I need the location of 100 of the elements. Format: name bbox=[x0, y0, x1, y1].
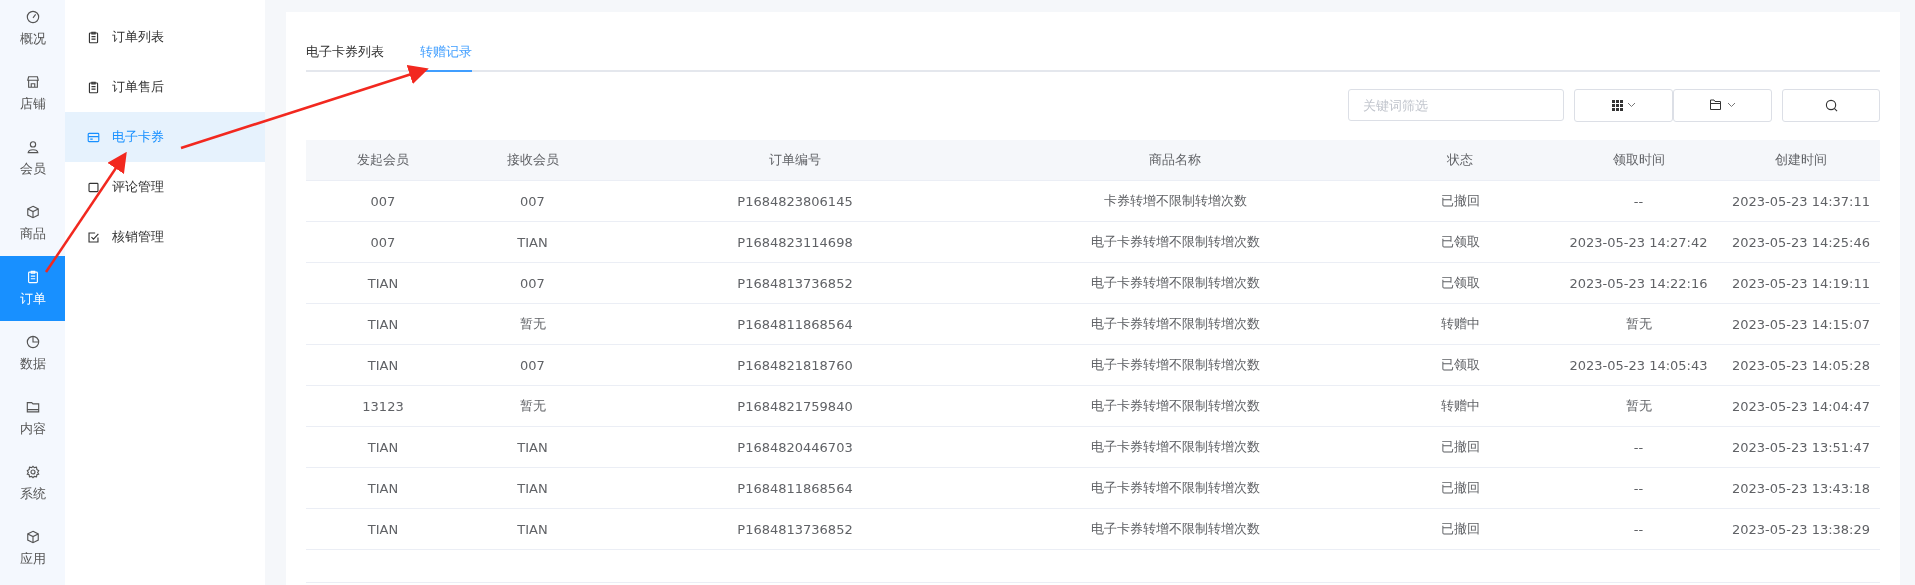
table-cell-text: 电子卡券转增不限制转增次数 bbox=[1089, 479, 1261, 497]
table-cell-text: 暂无 bbox=[1624, 397, 1653, 415]
table-cell-text: 2023-05-23 13:51:47 bbox=[1730, 439, 1872, 455]
table-cell-text: 2023-05-23 14:37:11 bbox=[1730, 193, 1872, 209]
nav-item[interactable]: 数据 bbox=[0, 321, 65, 386]
table-cell-text: 007 bbox=[519, 357, 546, 373]
table-cell-text: P1684813736852 bbox=[736, 521, 854, 537]
table-cell-text: TIAN bbox=[516, 521, 549, 537]
table-cell-text: 电子卡券转增不限制转增次数 bbox=[1089, 315, 1261, 333]
table-cell-text: TIAN bbox=[366, 480, 400, 496]
table-cell-text: P1684811868564 bbox=[736, 316, 854, 332]
nav-item[interactable]: 内容 bbox=[0, 386, 65, 451]
clipboard-icon bbox=[87, 30, 100, 44]
table-cell-text: 已撤回 bbox=[1439, 438, 1481, 456]
column-header: 接收会员 bbox=[505, 151, 560, 169]
card-icon bbox=[87, 130, 100, 144]
column-header: 领取时间 bbox=[1611, 151, 1666, 169]
gauge-icon bbox=[25, 9, 40, 24]
table-cell-text: 暂无 bbox=[518, 397, 547, 415]
table-cell-text: 电子卡券转增不限制转增次数 bbox=[1089, 438, 1261, 456]
submenu-item[interactable]: 评论管理 bbox=[65, 162, 265, 212]
pie-icon bbox=[25, 334, 40, 349]
nav-item[interactable]: 应用 bbox=[0, 516, 65, 581]
user-icon bbox=[25, 139, 40, 154]
folder-icon bbox=[1707, 99, 1738, 111]
table-cell-text: -- bbox=[1632, 439, 1645, 455]
nav-item[interactable]: 店铺 bbox=[0, 61, 65, 126]
submenu-item[interactable]: 订单售后 bbox=[65, 62, 265, 112]
table-cell-text: TIAN bbox=[366, 316, 400, 332]
table-cell-text: 卡券转增不限制转增次数 bbox=[1102, 192, 1248, 210]
table-cell-text: 转赠中 bbox=[1439, 397, 1481, 415]
table-cell-text: 暂无 bbox=[518, 315, 547, 333]
gear-icon bbox=[25, 464, 40, 479]
search-button[interactable] bbox=[1782, 88, 1880, 122]
table-cell-text: P1684811868564 bbox=[736, 480, 854, 496]
keyword-field[interactable]: 关键词筛选 bbox=[1348, 89, 1564, 121]
nav-item[interactable]: 商品 bbox=[0, 191, 65, 256]
column-header: 发起会员 bbox=[356, 151, 410, 169]
table-cell-text: TIAN bbox=[516, 439, 549, 455]
column-header: 创建时间 bbox=[1774, 151, 1828, 169]
box-icon bbox=[25, 204, 40, 219]
nav-item[interactable]: 会员 bbox=[0, 126, 65, 191]
submenu-item[interactable]: 核销管理 bbox=[65, 212, 265, 262]
table-cell-text: 已撤回 bbox=[1439, 479, 1481, 497]
table-cell-text: 2023-05-23 14:27:42 bbox=[1568, 234, 1709, 250]
table-cell-text: 2023-05-23 14:19:11 bbox=[1730, 275, 1872, 291]
table-cell-text: 电子卡券转增不限制转增次数 bbox=[1089, 274, 1261, 292]
table-cell-text: P1684820446703 bbox=[736, 439, 854, 455]
table-cell-text: 2023-05-23 14:15:07 bbox=[1730, 316, 1872, 332]
table-cell-text: 已领取 bbox=[1439, 274, 1481, 292]
square-icon bbox=[87, 180, 100, 194]
table-cell-text: P1684823114698 bbox=[736, 234, 854, 250]
table-cell-text: 2023-05-23 13:38:29 bbox=[1730, 521, 1872, 537]
clipboard-icon bbox=[25, 269, 40, 284]
table-cell-text: 2023-05-23 14:05:28 bbox=[1730, 357, 1872, 373]
table-cell-text: 电子卡券转增不限制转增次数 bbox=[1089, 233, 1261, 251]
table-cell-text: 已撤回 bbox=[1439, 520, 1481, 538]
table-cell-text: 转赠中 bbox=[1439, 315, 1481, 333]
table-cell-text: 电子卡券转增不限制转增次数 bbox=[1089, 356, 1261, 374]
table-cell-text: TIAN bbox=[366, 357, 400, 373]
check-icon bbox=[87, 230, 100, 244]
folder-icon bbox=[25, 399, 40, 414]
submenu-item[interactable]: 订单列表 bbox=[65, 12, 265, 62]
nav-item[interactable]: 概况 bbox=[0, 0, 65, 61]
nav-item[interactable]: 系统 bbox=[0, 451, 65, 516]
table-cell-text: 007 bbox=[519, 193, 546, 209]
table-cell-text: 2023-05-23 14:05:43 bbox=[1568, 357, 1709, 373]
box-icon bbox=[25, 529, 40, 544]
table-cell-text: P1684821818760 bbox=[736, 357, 854, 373]
table-cell-text: 已撤回 bbox=[1439, 192, 1481, 210]
table-cell-text: 已领取 bbox=[1439, 233, 1481, 251]
column-header: 状态 bbox=[1446, 151, 1474, 169]
column-header: 商品名称 bbox=[1148, 151, 1202, 169]
table-cell-text: P1684821759840 bbox=[736, 398, 854, 414]
grid-icon bbox=[1609, 99, 1638, 111]
table-cell-text: 13123 bbox=[361, 398, 405, 414]
store-icon bbox=[25, 74, 40, 89]
table-cell-text: -- bbox=[1632, 480, 1645, 496]
table-cell-text: 2023-05-23 14:04:47 bbox=[1730, 398, 1872, 414]
table-cell-text: 2023-05-23 14:25:46 bbox=[1730, 234, 1872, 250]
tab[interactable]: 电子卡券列表 bbox=[306, 36, 384, 72]
table-cell-text: 暂无 bbox=[1624, 315, 1653, 333]
table-cell-text: 电子卡券转增不限制转增次数 bbox=[1089, 397, 1261, 415]
table-cell-text: -- bbox=[1632, 193, 1645, 209]
grid-dropdown-button[interactable] bbox=[1574, 88, 1673, 122]
table-cell-text: TIAN bbox=[366, 521, 400, 537]
table-cell-text: 2023-05-23 14:22:16 bbox=[1568, 275, 1709, 291]
table-cell-text: 2023-05-23 13:43:18 bbox=[1730, 480, 1872, 496]
table-cell-text: P1684813736852 bbox=[736, 275, 854, 291]
table-cell-text: 007 bbox=[369, 193, 397, 209]
clipboard-icon bbox=[87, 80, 100, 94]
table-cell-text: TIAN bbox=[516, 480, 549, 496]
table-cell-text: 007 bbox=[369, 234, 397, 250]
table-cell-text: -- bbox=[1632, 521, 1645, 537]
table-cell-text: 已领取 bbox=[1439, 356, 1481, 374]
table-cell-text: TIAN bbox=[366, 439, 400, 455]
table-cell-text: P1684823806145 bbox=[736, 193, 854, 209]
table-cell-text: TIAN bbox=[366, 275, 400, 291]
table-cell-text: 007 bbox=[519, 275, 546, 291]
column-header: 订单编号 bbox=[768, 151, 822, 169]
